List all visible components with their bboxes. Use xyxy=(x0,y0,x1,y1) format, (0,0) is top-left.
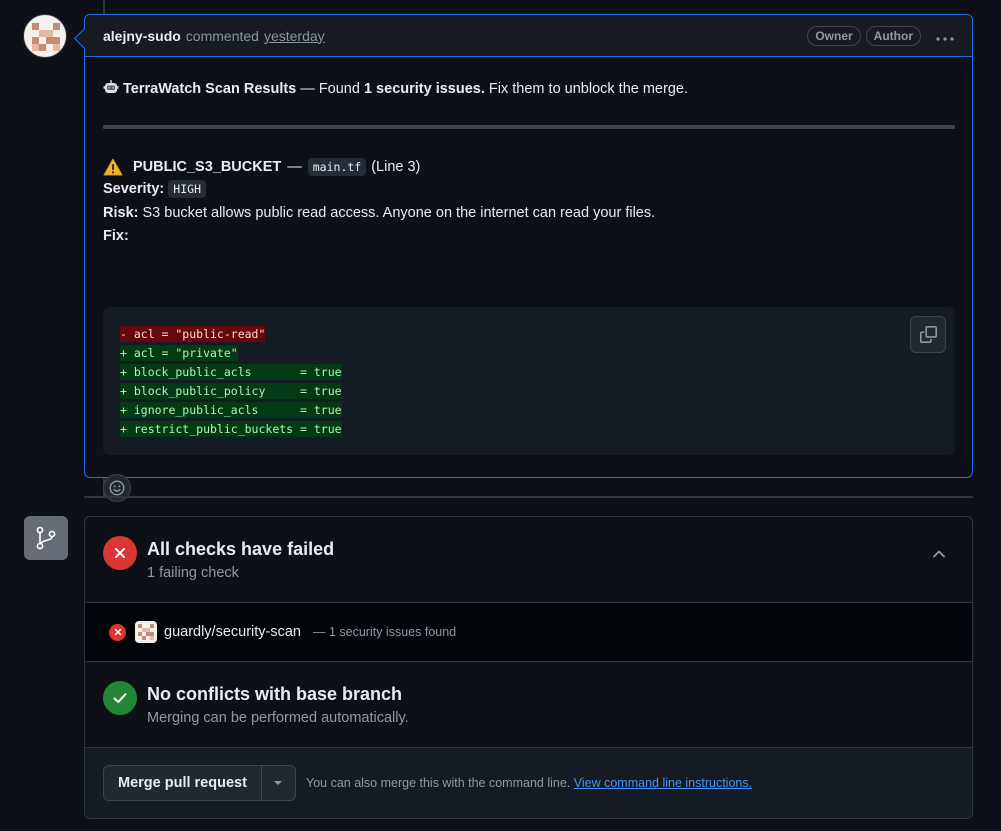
conflicts-title: No conflicts with base branch xyxy=(147,684,403,704)
copy-button[interactable] xyxy=(910,316,946,353)
checks-title: All checks have failed xyxy=(147,539,335,559)
code-block: - acl = "public-read" + acl = "private" + … xyxy=(103,307,955,455)
summary-found: Found xyxy=(318,81,360,97)
scan-summary: TerraWatch Scan Results — Found 1 securi… xyxy=(103,79,688,97)
conflicts-subtitle: Merging can be performed automatically. xyxy=(147,710,409,726)
code-line: + block_public_acls = true xyxy=(120,363,342,382)
timeline-divider xyxy=(84,496,973,498)
risk-label: Risk: xyxy=(103,205,139,221)
check-app-avatar xyxy=(135,621,157,643)
severity-label: Severity: xyxy=(103,181,165,197)
code-line-text: + acl = "private" xyxy=(120,345,238,361)
issue-line: (Line 3) xyxy=(371,159,421,175)
warning-icon xyxy=(103,158,123,176)
check-name[interactable]: guardly/security-scan xyxy=(164,624,301,640)
comment-card: alejny-sudo commented yesterday Owner Au… xyxy=(84,14,973,502)
check-fail-icon xyxy=(109,623,126,641)
severity-line: Severity: HIGH xyxy=(103,180,206,198)
caret-down-icon xyxy=(274,781,283,785)
chevron-up-icon[interactable] xyxy=(932,549,946,559)
code-line-text: + block_public_acls = true xyxy=(120,364,342,380)
code-line: + block_public_policy = true xyxy=(120,382,342,401)
scan-title: TerraWatch Scan Results xyxy=(123,81,297,97)
author-avatar[interactable] xyxy=(23,14,67,58)
checks-section[interactable]: All checks have failed 1 failing check xyxy=(85,517,972,603)
code-line-text: + restrict_public_buckets = true xyxy=(120,421,342,437)
conflicts-ok-status xyxy=(103,681,137,715)
issue-dash: — xyxy=(287,159,302,175)
comment-author[interactable]: alejny-sudo xyxy=(103,28,181,44)
git-branch-icon xyxy=(36,526,56,550)
conflicts-section: No conflicts with base branch Merging ca… xyxy=(85,662,972,748)
risk-line: Risk: S3 bucket allows public read acces… xyxy=(103,205,655,221)
code-line: + restrict_public_buckets = true xyxy=(120,420,342,439)
x-icon xyxy=(114,628,121,636)
checks-subtitle: 1 failing check xyxy=(147,565,239,581)
check-icon xyxy=(113,693,127,703)
owner-badge: Owner xyxy=(807,25,861,46)
git-branch-badge xyxy=(24,516,68,560)
merge-pull-request-button[interactable]: Merge pull request xyxy=(104,766,262,800)
check-description: — 1 security issues found xyxy=(313,625,457,639)
x-icon xyxy=(115,548,125,558)
summary-dash: — xyxy=(300,81,315,97)
code-line-text: + block_public_policy = true xyxy=(120,383,342,399)
fix-label: Fix: xyxy=(103,228,129,244)
checks-fail-status xyxy=(103,536,137,570)
copy-icon xyxy=(919,326,937,343)
merge-box: All checks have failed 1 failing check g… xyxy=(84,516,973,819)
check-row[interactable]: guardly/security-scan — 1 security issue… xyxy=(85,603,972,662)
code-line: - acl = "public-read" xyxy=(120,325,342,344)
comment-header: alejny-sudo commented yesterday Owner Au… xyxy=(85,15,972,57)
merge-button-group: Merge pull request xyxy=(103,765,296,801)
code-line: + ignore_public_acls = true xyxy=(120,401,342,420)
merge-hint: You can also merge this with the command… xyxy=(306,776,752,790)
merge-hint-text: You can also merge this with the command… xyxy=(306,776,571,790)
code-line-text: - acl = "public-read" xyxy=(120,326,266,342)
merge-footer: Merge pull request You can also merge th… xyxy=(85,748,972,818)
comment-timestamp[interactable]: yesterday xyxy=(264,28,325,44)
fix-line: Fix: xyxy=(103,228,129,244)
horizontal-rule xyxy=(103,125,955,129)
severity-value: HIGH xyxy=(168,180,206,198)
smiley-icon xyxy=(109,480,125,496)
author-badge: Author xyxy=(865,25,921,46)
code-line-text: + ignore_public_acls = true xyxy=(120,402,342,418)
issue-file: main.tf xyxy=(307,158,367,176)
robot-icon xyxy=(103,80,119,93)
merge-options-button[interactable] xyxy=(262,766,295,800)
issue-heading: PUBLIC_S3_BUCKET — main.tf (Line 3) xyxy=(103,158,420,176)
command-line-instructions-link[interactable]: View command line instructions. xyxy=(574,776,752,790)
code-line: + acl = "private" xyxy=(120,344,342,363)
kebab-icon[interactable] xyxy=(936,30,954,41)
summary-rest: Fix them to unblock the merge. xyxy=(488,81,688,97)
comment-action: commented xyxy=(185,27,259,44)
code-lines: - acl = "public-read" + acl = "private" + … xyxy=(120,325,342,439)
risk-text: S3 bucket allows public read access. Any… xyxy=(142,205,656,221)
summary-count: 1 security issues. xyxy=(363,81,485,97)
issue-rule: PUBLIC_S3_BUCKET xyxy=(133,159,282,175)
